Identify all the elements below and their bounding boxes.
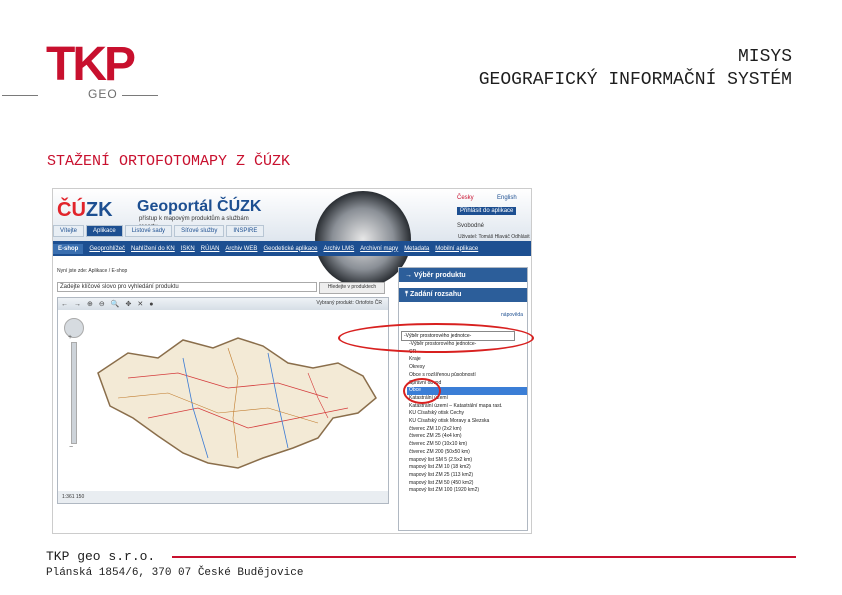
czech-republic-map[interactable] bbox=[88, 318, 383, 488]
panel-extent-head[interactable]: ⤒ Zadání rozsahu bbox=[399, 288, 527, 302]
dropdown-option[interactable]: mapový list SM 5 (2.5x2 km) bbox=[407, 457, 527, 465]
back-icon[interactable]: ← bbox=[61, 301, 68, 308]
zoom-box-icon[interactable]: 🔍 bbox=[111, 300, 120, 308]
dropdown-option[interactable]: čtverec ZM 50 (10x10 km) bbox=[407, 441, 527, 449]
footer-address: Plánská 1854/6, 370 07 České Budějovice bbox=[46, 567, 304, 579]
cuzk-logo-a: ČÚ bbox=[57, 199, 86, 221]
search-input[interactable]: Zadejte klíčové slovo pro vyhledání prod… bbox=[57, 282, 317, 292]
breadcrumb: Nyní jste zde: Aplikace / E-shop bbox=[57, 268, 128, 274]
menu-archiv-lms[interactable]: Archiv LMS bbox=[323, 246, 354, 252]
portal-tabs: Vítejte Aplikace Listové sady Síťové slu… bbox=[53, 225, 266, 237]
map-window: ← → ⊕ ⊖ 🔍 ✥ ✕ ● Vybraný produkt: Ortofot… bbox=[57, 297, 389, 504]
dropdown-option[interactable]: KÚ Císařský otisk Čechy bbox=[407, 410, 527, 418]
svoboda-label: Svobodné bbox=[457, 223, 485, 229]
tab-listove-sady[interactable]: Listové sady bbox=[124, 225, 173, 237]
header-line-2: GEOGRAFICKÝ INFORMAČNÍ SYSTÉM bbox=[478, 70, 792, 90]
logo-brand: TKP bbox=[46, 38, 136, 91]
section-title: STAŽENÍ ORTOFOTOMAPY Z ČÚZK bbox=[47, 153, 291, 170]
logo-rule-right bbox=[122, 95, 158, 96]
app-menubar: E-shop Geoprohlížeč Nahlížení do KN ISKN… bbox=[53, 241, 531, 256]
search-button[interactable]: Hledejte v produktech bbox=[319, 282, 385, 294]
menu-geodeticke-aplikace[interactable]: Geodetické aplikace bbox=[263, 246, 317, 252]
menu-mobilni-aplikace[interactable]: Mobilní aplikace bbox=[435, 246, 478, 252]
zoom-in-icon[interactable]: ⊕ bbox=[87, 300, 93, 308]
map-statusbar: 1:361 150 bbox=[58, 491, 388, 503]
menu-eshop[interactable]: E-shop bbox=[53, 243, 84, 254]
clear-icon[interactable]: ✕ bbox=[137, 300, 143, 308]
menu-iskn[interactable]: ISKN bbox=[181, 246, 195, 252]
tab-aplikace[interactable]: Aplikace bbox=[86, 225, 123, 237]
portal-banner: ČÚZK Geoportál ČÚZK přístup k mapovým pr… bbox=[53, 189, 531, 287]
footer-company: TKP geo s.r.o. bbox=[46, 549, 156, 564]
dropdown-option[interactable]: čtverec ZM 200 (50x50 km) bbox=[407, 449, 527, 457]
menu-archiv-web[interactable]: Archiv WEB bbox=[225, 246, 257, 252]
zoom-plus-icon[interactable]: + bbox=[68, 334, 72, 341]
dropdown-option[interactable]: čtverec ZM 25 (4x4 km) bbox=[407, 433, 527, 441]
menu-archivni-mapy[interactable]: Archivní mapy bbox=[360, 246, 398, 252]
footer-rule bbox=[172, 556, 796, 558]
header-line-1: MISYS bbox=[737, 47, 792, 67]
pan-control[interactable] bbox=[64, 318, 84, 338]
lang-en-link[interactable]: English bbox=[497, 195, 517, 201]
header-title: MISYS GEOGRAFICKÝ INFORMAČNÍ SYSTÉM bbox=[479, 46, 792, 92]
dropdown-option[interactable]: mapový list ZM 100 (1920 km2) bbox=[407, 487, 527, 495]
locate-icon[interactable]: ● bbox=[149, 301, 153, 308]
tab-sitove-sluzby[interactable]: Síťové služby bbox=[174, 225, 225, 237]
zoom-slider[interactable] bbox=[71, 342, 77, 444]
menu-nahlizeni-kn[interactable]: Nahlížení do KN bbox=[131, 246, 175, 252]
panel-product-head[interactable]: → Výběr produktu bbox=[399, 268, 527, 282]
forward-icon[interactable]: → bbox=[74, 301, 81, 308]
zoom-out-icon[interactable]: ⊖ bbox=[99, 300, 105, 308]
portal-title: Geoportál ČÚZK bbox=[137, 198, 262, 215]
highlight-circle-select bbox=[338, 323, 534, 353]
menu-metadata[interactable]: Metadata bbox=[404, 246, 429, 252]
login-button[interactable]: Přihlásit do aplikace bbox=[457, 207, 517, 215]
menu-ruian[interactable]: RÚIAN bbox=[201, 246, 220, 252]
zoom-minus-icon[interactable]: − bbox=[69, 444, 73, 451]
dropdown-option[interactable]: mapový list ZM 50 (450 km2) bbox=[407, 480, 527, 488]
cuzk-logo: ČÚZK bbox=[57, 199, 113, 222]
user-line: Uživatel: Tomáš Hlaváč Odhlásit bbox=[458, 234, 530, 240]
tab-inspire[interactable]: INSPIRE bbox=[226, 225, 265, 237]
spatial-unit-dropdown: -Výběr prostorového jednotce- ČR Kraje O… bbox=[407, 341, 527, 493]
map-toolbar: ← → ⊕ ⊖ 🔍 ✥ ✕ ● Vybraný produkt: Ortofot… bbox=[58, 298, 388, 310]
compass-image bbox=[315, 191, 411, 287]
dropdown-option[interactable]: Okresy bbox=[407, 364, 527, 372]
lang-cz-link[interactable]: Česky bbox=[457, 195, 474, 201]
dropdown-option[interactable]: čtverec ZM 10 (2x2 km) bbox=[407, 426, 527, 434]
cuzk-logo-b: ZK bbox=[85, 199, 113, 221]
highlight-circle-obce bbox=[403, 378, 441, 404]
dropdown-option[interactable]: Kraje bbox=[407, 356, 527, 364]
menu-geoprohlizec[interactable]: Geoprohlížeč bbox=[89, 246, 125, 252]
cuzk-screenshot: ČÚZK Geoportál ČÚZK přístup k mapovým pr… bbox=[52, 188, 532, 534]
dropdown-option[interactable]: mapový list ZM 25 (113 km2) bbox=[407, 472, 527, 480]
dropdown-option[interactable]: KÚ Císařský otisk Moravy a Slezska bbox=[407, 418, 527, 426]
logo-rule-left bbox=[2, 95, 38, 96]
pan-icon[interactable]: ✥ bbox=[125, 300, 131, 308]
scale-label: 1:361 150 bbox=[62, 494, 85, 500]
selected-product-label: Vybraný produkt: Ortofoto ČR bbox=[316, 300, 382, 306]
dropdown-option[interactable]: mapový list ZM 10 (18 km2) bbox=[407, 464, 527, 472]
panel-help-link[interactable]: nápověda bbox=[399, 312, 527, 322]
tab-vitejte[interactable]: Vítejte bbox=[53, 225, 85, 237]
logo-sub: GEO bbox=[88, 87, 118, 101]
